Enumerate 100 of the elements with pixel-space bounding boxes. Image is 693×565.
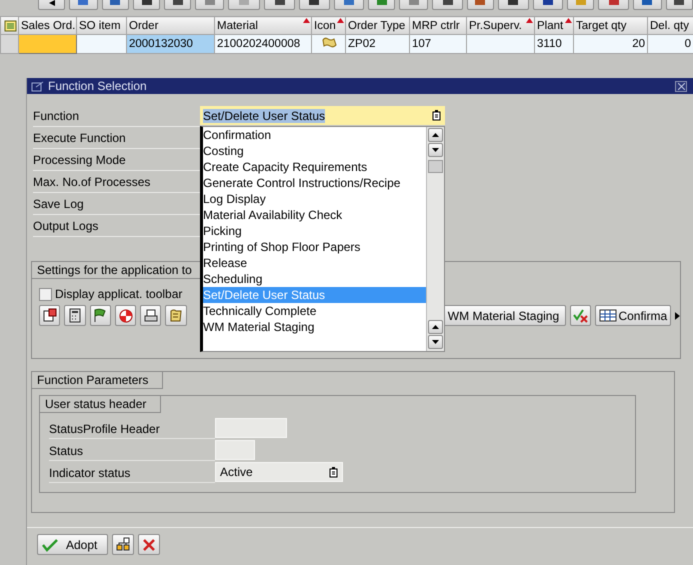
checkbox[interactable] <box>39 288 52 300</box>
toolbar-icon <box>77 0 90 6</box>
calculator-button[interactable] <box>64 305 86 326</box>
flag-button[interactable] <box>90 305 111 326</box>
dropdown-option[interactable]: Confirmation <box>203 127 426 143</box>
toolbar-icon <box>574 0 587 6</box>
table-settings-button[interactable] <box>2 18 18 34</box>
document-button[interactable] <box>39 305 60 326</box>
select-field[interactable]: Active <box>215 462 343 482</box>
close-button[interactable] <box>675 80 687 92</box>
lifebuoy-icon <box>118 308 134 323</box>
dropdown-option[interactable]: Picking <box>203 223 426 239</box>
arrow-left-icon <box>48 0 56 6</box>
toolbar-icon <box>238 0 250 6</box>
column-header[interactable]: Target qty <box>574 16 648 34</box>
close-icon <box>143 538 156 550</box>
table-cell: 20 <box>574 34 648 54</box>
column-header[interactable]: Icon <box>312 16 346 34</box>
printer-button[interactable] <box>140 305 162 326</box>
scroll-icon <box>168 308 184 323</box>
scroll-thumb[interactable] <box>428 160 443 173</box>
table-cell <box>76 34 126 54</box>
dropdown-option[interactable]: Printing of Shop Floor Papers <box>203 239 426 255</box>
table-cell: 3110 <box>534 34 574 54</box>
dropdown-option[interactable]: Costing <box>203 143 426 159</box>
function-button[interactable]: Confirma <box>595 305 672 326</box>
adopt-button[interactable]: Adopt <box>37 534 108 555</box>
table-cell <box>466 34 534 54</box>
scroll-down-button[interactable] <box>428 143 443 157</box>
column-header[interactable]: Order <box>126 16 214 34</box>
scroll-icon <box>320 36 336 48</box>
lifebuoy-button[interactable] <box>114 305 136 326</box>
toolbar-icon <box>641 0 654 6</box>
scroll-button[interactable] <box>165 305 187 326</box>
toolbar-icon <box>376 0 388 6</box>
toolbar-icon <box>274 0 286 6</box>
column-header[interactable]: Pr.Superv. <box>466 16 534 34</box>
table-cell: 2100202400008 <box>214 34 312 54</box>
hierarchy-button[interactable] <box>112 534 134 555</box>
column-header[interactable]: Del. qty <box>648 16 693 34</box>
toolbar-icon <box>507 0 520 6</box>
arrow-up-icon <box>431 131 440 139</box>
check-cross-icon <box>572 308 589 323</box>
arrow-down-icon <box>431 338 440 346</box>
column-header[interactable]: Order Type <box>346 16 410 34</box>
toolbar-icon <box>542 0 554 6</box>
hierarchy-icon <box>115 537 132 552</box>
table-cell: 0 <box>648 34 693 54</box>
dropdown-icon <box>329 466 338 478</box>
toolbar-icon <box>408 0 420 6</box>
arrow-up-icon <box>431 323 440 331</box>
table-cell[interactable]: 2000132030 <box>126 34 214 54</box>
dropdown-option[interactable]: Generate Control Instructions/Recipe <box>203 175 426 191</box>
check-cancel-button[interactable] <box>570 305 592 326</box>
column-header[interactable]: Plant <box>534 16 574 34</box>
toolbar-icon <box>474 0 486 6</box>
dropdown-option[interactable]: Scheduling <box>203 271 426 287</box>
arrow-down-icon <box>431 146 440 154</box>
table-cell: ZP02 <box>346 34 410 54</box>
table-icon <box>599 309 618 322</box>
input-field[interactable] <box>215 418 287 438</box>
printer-icon <box>142 308 159 323</box>
function-select[interactable]: Set/Delete User Status <box>200 106 445 125</box>
table-cell: 107 <box>410 34 466 54</box>
table-cell[interactable] <box>18 34 76 54</box>
toolbar-icon <box>608 0 620 6</box>
scroll-up-button[interactable] <box>428 128 443 142</box>
scroll-down-button[interactable] <box>428 335 443 349</box>
scroll-right-icon <box>675 312 680 320</box>
close-icon <box>678 82 684 90</box>
toolbar-icon <box>140 0 153 6</box>
field-value: Active <box>220 465 253 479</box>
dropdown-option[interactable]: Create Capacity Requirements <box>203 159 426 175</box>
column-header[interactable]: MRP ctrlr <box>410 16 466 34</box>
field-value: Set/Delete User Status <box>203 108 326 122</box>
flag-icon <box>92 308 108 323</box>
toolbar-icon <box>673 0 686 6</box>
toolbar-icon <box>308 0 320 6</box>
column-header[interactable]: SO item <box>76 16 126 34</box>
checkbox-label: Display applicat. toolbar <box>55 287 182 301</box>
column-header[interactable]: Sales Ord. <box>18 16 76 34</box>
cancel-button[interactable] <box>138 534 160 555</box>
dropdown-option[interactable]: Release <box>203 255 426 271</box>
scroll-up-button[interactable] <box>428 320 443 334</box>
dropdown-option[interactable]: WM Material Staging <box>203 319 426 335</box>
toolbar-icon <box>204 0 216 6</box>
column-header[interactable]: Material <box>214 16 312 34</box>
check-icon <box>42 538 58 552</box>
toolbar-icon <box>172 0 184 6</box>
toolbar-icon <box>109 0 122 6</box>
calculator-icon <box>66 308 83 323</box>
dropdown-option[interactable]: Material Availability Check <box>203 207 426 223</box>
document-icon <box>42 308 58 323</box>
dropdown-icon <box>432 110 441 121</box>
group-title: User status header <box>40 396 162 413</box>
group-title: Function Parameters <box>32 372 164 389</box>
dropdown-option[interactable]: Technically Complete <box>203 303 426 319</box>
dropdown-option[interactable]: Log Display <box>203 191 426 207</box>
input-field[interactable] <box>215 440 255 460</box>
window-title: Function Selection <box>48 79 148 93</box>
